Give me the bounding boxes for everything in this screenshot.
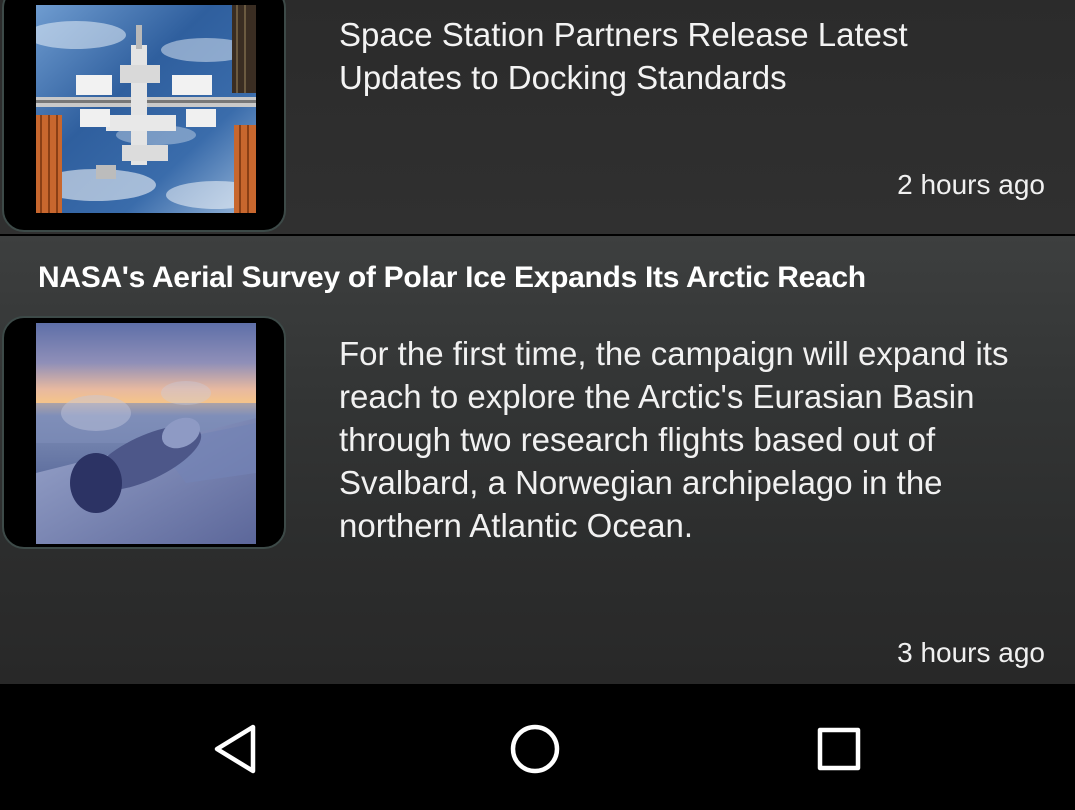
space-station-thumbnail[interactable] — [2, 0, 286, 232]
space-station-image — [36, 5, 256, 213]
timestamp: 2 hours ago — [897, 169, 1045, 200]
system-navigation-bar — [0, 684, 1075, 810]
headline[interactable]: NASA's Aerial Survey of Polar Ice Expand… — [38, 258, 1068, 298]
back-triangle-icon — [214, 724, 256, 774]
home-button[interactable] — [500, 714, 570, 784]
aircraft-wing-thumbnail[interactable] — [2, 316, 286, 549]
recents-button[interactable] — [804, 714, 874, 784]
aircraft-wing-sunset-image — [36, 323, 256, 544]
headline[interactable]: Space Station Partners Release Latest Up… — [339, 13, 1039, 99]
news-feed-screen: Space Station Partners Release Latest Up… — [0, 0, 1075, 810]
article-summary[interactable]: For the first time, the campaign will ex… — [339, 332, 1049, 547]
back-button[interactable] — [200, 714, 270, 784]
timestamp: 3 hours ago — [897, 637, 1045, 668]
news-card[interactable]: NASA's Aerial Survey of Polar Ice Expand… — [0, 236, 1075, 684]
home-circle-icon — [510, 724, 560, 774]
news-card[interactable]: Space Station Partners Release Latest Up… — [0, 0, 1075, 234]
recents-square-icon — [817, 727, 861, 771]
